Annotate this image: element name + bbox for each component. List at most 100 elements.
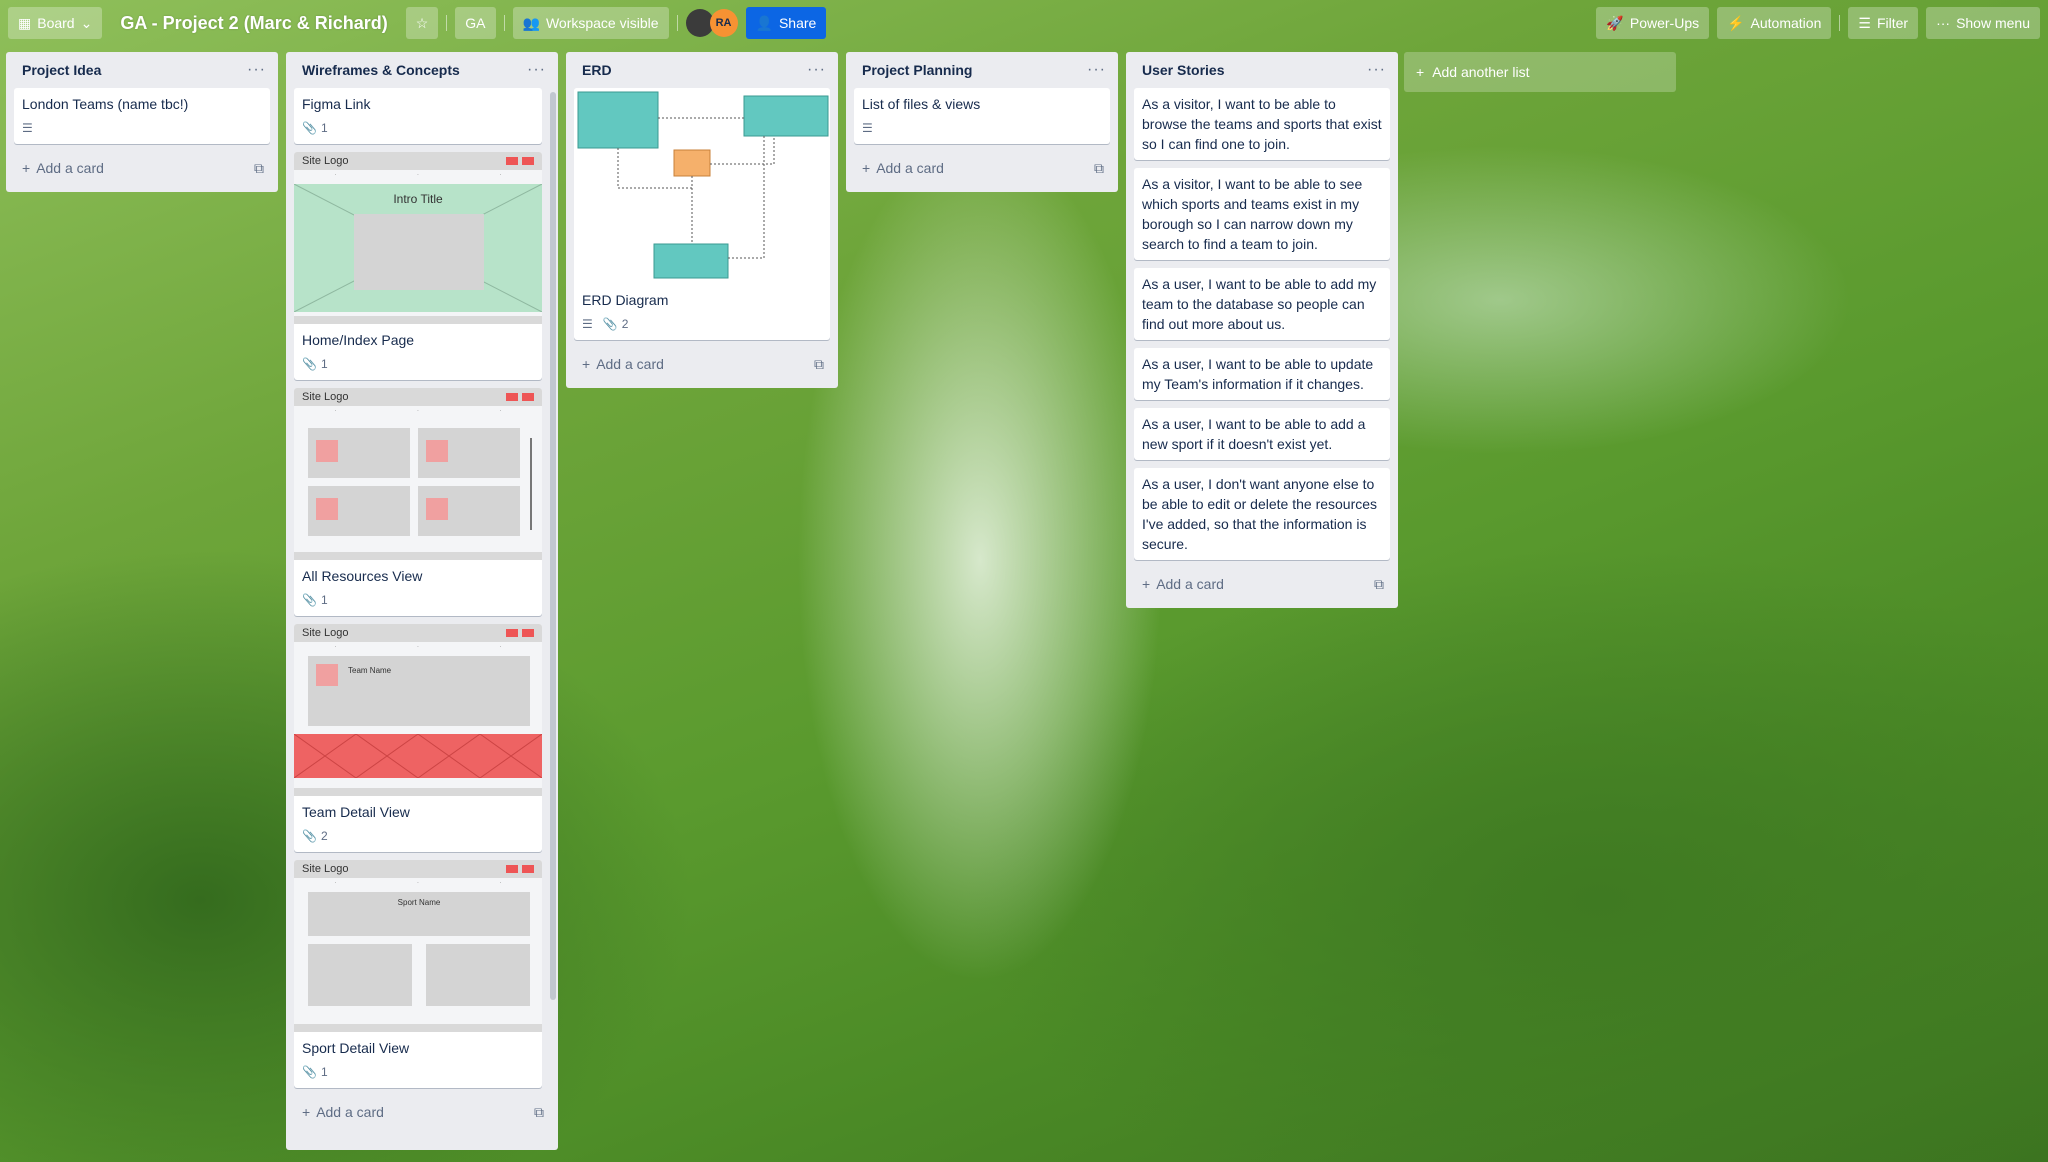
list-card[interactable]: As a user, I want to be able to add a ne… <box>1134 408 1390 460</box>
list-project-planning: Project Planning ··· List of files & vie… <box>846 52 1118 192</box>
visibility-label: Workspace visible <box>545 15 659 31</box>
wireframe-team-name: Team Name <box>348 666 392 675</box>
list-title[interactable]: ERD <box>582 62 612 78</box>
plus-icon: + <box>1416 64 1425 80</box>
add-card-button[interactable]: + Add a card ⧉ <box>294 1096 550 1128</box>
avatar[interactable]: RA <box>709 9 738 37</box>
card-title: As a visitor, I want to be able to brows… <box>1142 96 1382 152</box>
list-card[interactable]: Figma Link 📎 1 <box>294 88 542 144</box>
attachment-count: 1 <box>320 357 328 371</box>
description-icon: ☰ <box>862 121 873 135</box>
add-card-label: Add a card <box>316 1104 384 1120</box>
list-card[interactable]: As a visitor, I want to be able to see w… <box>1134 168 1390 260</box>
list-title[interactable]: Project Planning <box>862 62 972 78</box>
card-title: List of files & views <box>862 96 981 112</box>
list-card[interactable]: Site Logo · · · Team Name Team Detail View… <box>294 624 542 852</box>
hero-block: Intro Title <box>294 184 542 312</box>
rocket-icon: 🚀 <box>1606 14 1624 31</box>
card-title: As a user, I don't want anyone else to b… <box>1142 476 1378 552</box>
visibility-button[interactable]: 👥 Workspace visible <box>512 7 669 39</box>
card-title: As a user, I want to be able to update m… <box>1142 356 1374 392</box>
card-cover-erd <box>574 88 830 284</box>
wireframe-logo-text: Site Logo <box>302 627 349 639</box>
show-menu-button[interactable]: ··· Show menu <box>1926 7 2040 39</box>
list-card[interactable]: As a visitor, I want to be able to brows… <box>1134 88 1390 160</box>
list-erd: ERD ··· ERD Diagram ☰ 📎 2 + Add a card ⧉ <box>566 52 838 388</box>
share-button[interactable]: 👤 Share <box>745 7 827 39</box>
attachment-badge: 📎 2 <box>302 829 328 843</box>
attachment-count: 1 <box>320 593 328 607</box>
add-card-button[interactable]: + Add a card ⧉ <box>14 152 270 184</box>
card-title: As a user, I want to be able to add a ne… <box>1142 416 1366 452</box>
attachment-count: 1 <box>320 1065 328 1079</box>
list-card[interactable]: As a user, I don't want anyone else to b… <box>1134 468 1390 560</box>
template-icon[interactable]: ⧉ <box>254 160 264 177</box>
list-card[interactable]: As a user, I want to be able to update m… <box>1134 348 1390 400</box>
list-menu-icon[interactable]: ··· <box>527 61 546 79</box>
template-icon[interactable]: ⧉ <box>1094 160 1104 177</box>
divider <box>1839 15 1841 31</box>
divider <box>503 15 505 31</box>
description-icon: ☰ <box>22 121 33 135</box>
workspace-button[interactable]: GA <box>455 7 496 39</box>
card-title: Sport Detail View <box>302 1040 410 1056</box>
list-menu-icon[interactable]: ··· <box>247 61 266 79</box>
attachment-count: 1 <box>320 121 328 135</box>
card-cover-wireframe: Site Logo · · · <box>294 388 542 560</box>
board-view-switcher[interactable]: ▦ Board ⌄ <box>8 7 103 39</box>
wireframe-sport-name: Sport Name <box>397 898 441 907</box>
list-card[interactable]: Site Logo · · · Intro Title Home/Index Pag… <box>294 152 542 380</box>
add-card-button[interactable]: + Add a card ⧉ <box>574 348 830 380</box>
list-menu-icon[interactable]: ··· <box>1367 61 1386 79</box>
add-person-icon: 👤 <box>755 14 773 31</box>
divider <box>446 15 448 31</box>
template-icon[interactable]: ⧉ <box>534 1104 544 1121</box>
list-header: ERD ··· <box>574 52 830 88</box>
board-header: ▦ Board ⌄ GA - Project 2 (Marc & Richard… <box>0 0 2048 46</box>
plus-icon: + <box>582 356 591 372</box>
powerups-button[interactable]: 🚀 Power-Ups <box>1596 7 1710 39</box>
filter-button[interactable]: ☰ Filter <box>1848 7 1919 39</box>
add-card-label: Add a card <box>596 356 664 372</box>
board-title[interactable]: GA - Project 2 (Marc & Richard) <box>110 13 397 34</box>
list-card[interactable]: Site Logo · · · All Resources View 📎 1 <box>294 388 542 616</box>
list-card[interactable]: As a user, I want to be able to add my t… <box>1134 268 1390 340</box>
list-card[interactable]: ERD Diagram ☰ 📎 2 <box>574 88 830 340</box>
attachment-badge: 📎 1 <box>302 593 328 607</box>
list-title[interactable]: User Stories <box>1142 62 1224 78</box>
paperclip-icon: 📎 <box>302 121 317 135</box>
paperclip-icon: 📎 <box>302 593 317 607</box>
automation-button[interactable]: ⚡ Automation <box>1717 7 1832 39</box>
list-title[interactable]: Project Idea <box>22 62 101 78</box>
paperclip-icon: 📎 <box>302 1065 317 1079</box>
list-wireframes: Wireframes & Concepts ··· Figma Link 📎 1 … <box>286 52 558 1150</box>
list-title[interactable]: Wireframes & Concepts <box>302 62 460 78</box>
template-icon[interactable]: ⧉ <box>1374 576 1384 593</box>
people-icon: 👥 <box>522 14 540 31</box>
add-card-button[interactable]: + Add a card ⧉ <box>854 152 1110 184</box>
wireframe-logo-text: Site Logo <box>302 155 349 167</box>
list-scrollbar[interactable] <box>550 92 556 1000</box>
board-header-right: 🚀 Power-Ups ⚡ Automation ☰ Filter ··· Sh… <box>1596 7 2040 39</box>
board-view-label: Board <box>37 15 75 31</box>
card-title: As a visitor, I want to be able to see w… <box>1142 176 1363 252</box>
list-card[interactable]: List of files & views ☰ <box>854 88 1110 144</box>
list-card[interactable]: Site Logo · · · Sport Name Sport Detail Vi… <box>294 860 542 1088</box>
wireframe-intro-title: Intro Title <box>393 192 443 206</box>
board-icon: ▦ <box>18 14 32 31</box>
list-menu-icon[interactable]: ··· <box>1087 61 1106 79</box>
template-icon[interactable]: ⧉ <box>814 356 824 373</box>
card-title: As a user, I want to be able to add my t… <box>1142 276 1377 332</box>
list-card[interactable]: London Teams (name tbc!) ☰ <box>14 88 270 144</box>
attachment-count: 2 <box>621 317 629 331</box>
list-header: Wireframes & Concepts ··· <box>294 52 550 88</box>
wireframe-logo-text: Site Logo <box>302 391 349 403</box>
star-button[interactable]: ☆ <box>405 7 439 39</box>
plus-icon: + <box>1142 576 1151 592</box>
add-list-button[interactable]: + Add another list <box>1404 52 1676 92</box>
list-menu-icon[interactable]: ··· <box>807 61 826 79</box>
plus-icon: + <box>862 160 871 176</box>
attachment-badge: 📎 1 <box>302 1065 328 1079</box>
show-menu-label: Show menu <box>1956 15 2030 31</box>
add-card-button[interactable]: + Add a card ⧉ <box>1134 568 1390 600</box>
